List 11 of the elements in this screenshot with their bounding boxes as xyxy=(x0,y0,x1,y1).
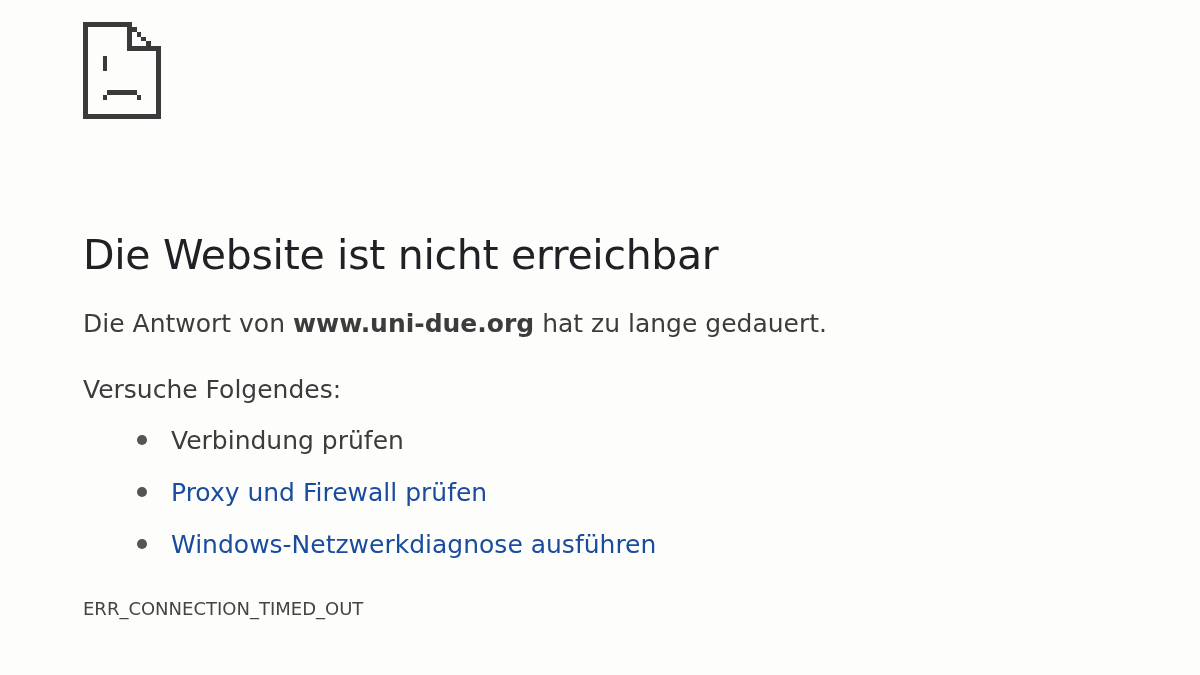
suggestion-link[interactable]: Proxy und Firewall prüfen xyxy=(171,477,488,507)
bullet-icon xyxy=(137,539,147,549)
bullet-icon xyxy=(137,487,147,497)
error-code: ERR_CONNECTION_TIMED_OUT xyxy=(83,598,365,619)
error-heading: Die Website ist nicht erreichbar xyxy=(83,231,720,279)
suggestion-link[interactable]: Windows-Netzwerkdiagnose ausführen xyxy=(171,529,657,559)
sad-page-icon xyxy=(83,22,161,119)
suggestion-text: Verbindung prüfen xyxy=(171,425,404,455)
suggestions-title: Versuche Folgendes: xyxy=(83,375,343,404)
bullet-icon xyxy=(137,435,147,445)
error-message: Die Antwort von www.uni-due.org hat zu lange gedauert. xyxy=(83,309,828,338)
